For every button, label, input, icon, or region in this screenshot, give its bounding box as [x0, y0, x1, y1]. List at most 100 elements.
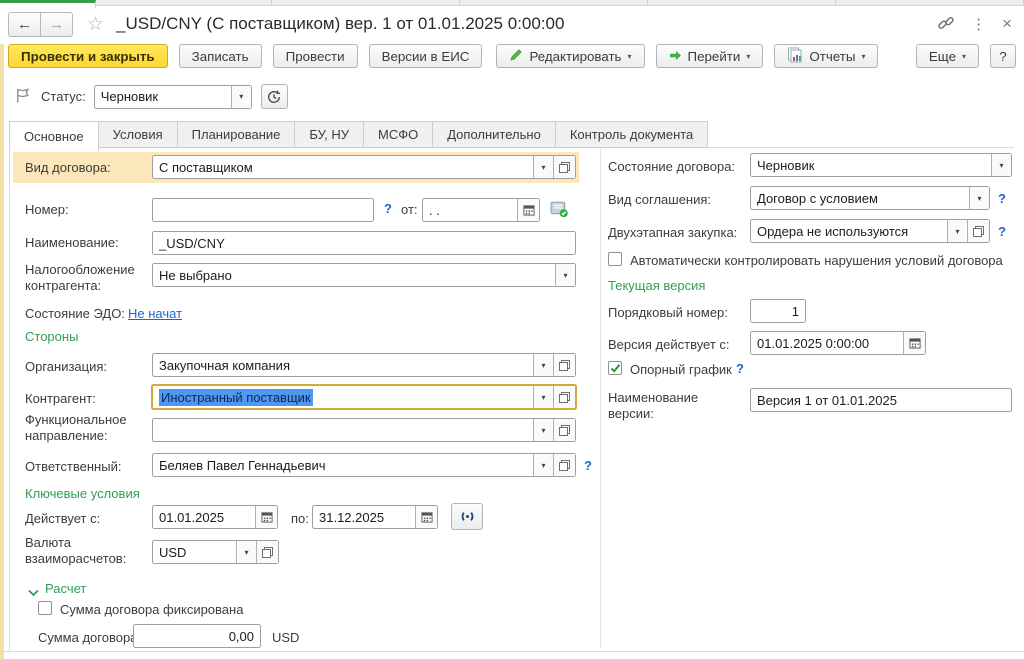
- fixed-sum-checkbox[interactable]: [38, 601, 52, 615]
- tab-usloviya[interactable]: Условия: [99, 121, 178, 148]
- tab-planirovanie[interactable]: Планирование: [178, 121, 296, 148]
- dropdown-icon[interactable]: ▾: [991, 154, 1011, 176]
- parties-section-header: Стороны: [25, 329, 78, 344]
- window-tab[interactable]: [96, 0, 272, 5]
- calendar-icon[interactable]: [903, 332, 925, 354]
- calc-section-header[interactable]: Расчет: [45, 581, 86, 596]
- dropdown-icon[interactable]: ▾: [947, 220, 967, 242]
- currency-combo[interactable]: USD ▾: [152, 540, 279, 564]
- more-menu-icon[interactable]: ⋮: [971, 15, 986, 33]
- close-icon[interactable]: ×: [1002, 14, 1012, 34]
- chevron-down-icon: ▾: [746, 52, 750, 61]
- tab-msfo[interactable]: МСФО: [364, 121, 433, 148]
- valid-from-label: Действует с:: [25, 511, 100, 527]
- contract-kind-label: Вид договора:: [25, 160, 111, 176]
- contract-state-combo[interactable]: Черновик ▾: [750, 153, 1012, 177]
- dropdown-icon[interactable]: ▾: [533, 454, 553, 476]
- agreement-kind-value: Договор с условием: [751, 187, 969, 209]
- open-icon[interactable]: [553, 354, 575, 376]
- status-value: Черновик: [95, 86, 231, 108]
- auto-control-checkbox[interactable]: [608, 252, 622, 266]
- calendar-icon[interactable]: [415, 506, 437, 528]
- open-icon[interactable]: [967, 220, 989, 242]
- tab-osnovnoe[interactable]: Основное: [9, 121, 99, 151]
- responsible-help[interactable]: ?: [584, 458, 592, 474]
- open-icon[interactable]: [553, 156, 575, 178]
- open-icon[interactable]: [256, 541, 278, 563]
- tab-dopolnitelno[interactable]: Дополнительно: [433, 121, 556, 148]
- calendar-icon[interactable]: [255, 506, 277, 528]
- number-help[interactable]: ?: [384, 201, 392, 217]
- dropdown-icon[interactable]: ▾: [969, 187, 989, 209]
- reports-menu-label: Отчеты: [809, 49, 855, 64]
- name-input[interactable]: _USD/CNY: [152, 231, 576, 255]
- tab-bu-nu[interactable]: БУ, НУ: [295, 121, 364, 148]
- dropdown-icon[interactable]: ▾: [533, 419, 553, 441]
- goto-menu-button[interactable]: Перейти ▾: [656, 44, 764, 68]
- chevron-down-icon: ▾: [962, 52, 966, 61]
- base-schedule-checkbox[interactable]: [608, 361, 622, 375]
- document-check-icon[interactable]: [550, 200, 569, 221]
- forward-button[interactable]: →: [41, 12, 73, 37]
- dropdown-icon[interactable]: ▾: [533, 156, 553, 178]
- dropdown-icon[interactable]: ▾: [533, 354, 553, 376]
- two-stage-help[interactable]: ?: [998, 224, 1006, 240]
- base-schedule-help[interactable]: ?: [736, 361, 744, 377]
- dropdown-icon[interactable]: ▾: [231, 86, 251, 108]
- number-input[interactable]: [152, 198, 374, 222]
- status-combo[interactable]: Черновик ▾: [94, 85, 252, 109]
- window-tab[interactable]: [460, 0, 648, 5]
- organization-value: Закупочная компания: [153, 354, 533, 376]
- help-button[interactable]: ?: [990, 44, 1016, 68]
- organization-combo[interactable]: Закупочная компания ▾: [152, 353, 576, 377]
- version-name-input[interactable]: Версия 1 от 01.01.2025: [750, 388, 1012, 412]
- responsible-value: Беляев Павел Геннадьевич: [153, 454, 533, 476]
- name-value: _USD/CNY: [159, 236, 225, 251]
- dropdown-icon[interactable]: ▾: [236, 541, 256, 563]
- window-tab[interactable]: [272, 0, 460, 5]
- reports-menu-button[interactable]: Отчеты ▾: [774, 44, 878, 68]
- taxation-combo[interactable]: Не выбрано ▾: [152, 263, 576, 287]
- window-tab[interactable]: [836, 0, 1024, 5]
- window-tab[interactable]: [648, 0, 836, 5]
- func-direction-label: Функциональное направление:: [25, 412, 155, 443]
- ordinal-input[interactable]: 1: [750, 299, 806, 323]
- open-icon[interactable]: [553, 386, 575, 408]
- contract-state-label: Состояние договора:: [608, 159, 735, 175]
- calendar-icon[interactable]: [517, 199, 539, 221]
- save-button[interactable]: Записать: [179, 44, 262, 68]
- open-icon[interactable]: [553, 419, 575, 441]
- valid-from-input[interactable]: 01.01.2025: [152, 505, 278, 529]
- edo-state-link[interactable]: Не начат: [128, 306, 182, 322]
- two-stage-combo[interactable]: Ордера не используются ▾: [750, 219, 990, 243]
- collapse-chevron-icon[interactable]: [28, 585, 39, 600]
- post-button[interactable]: Провести: [273, 44, 358, 68]
- more-button[interactable]: Еще ▾: [916, 44, 979, 68]
- version-from-input[interactable]: 01.01.2025 0:00:00: [750, 331, 926, 355]
- tab-kontrol-dokumenta[interactable]: Контроль документа: [556, 121, 708, 148]
- taxation-value: Не выбрано: [153, 264, 555, 286]
- back-button[interactable]: ←: [8, 12, 41, 37]
- post-and-close-button[interactable]: Провести и закрыть: [8, 44, 168, 68]
- edit-menu-button[interactable]: Редактировать ▾: [496, 44, 644, 68]
- agreement-kind-help[interactable]: ?: [998, 191, 1006, 207]
- status-history-button[interactable]: [261, 84, 288, 109]
- eis-versions-button[interactable]: Версии в ЕИС: [369, 44, 483, 68]
- number-date-label: от:: [401, 202, 418, 218]
- copy-link-icon[interactable]: [937, 14, 955, 35]
- status-row: Статус: Черновик ▾: [14, 84, 288, 109]
- responsible-combo[interactable]: Беляев Павел Геннадьевич ▾: [152, 453, 576, 477]
- func-direction-combo[interactable]: ▾: [152, 418, 576, 442]
- counterparty-combo[interactable]: Иностранный поставщик ▾: [151, 384, 577, 410]
- period-signal-button[interactable]: [451, 503, 483, 530]
- dropdown-icon[interactable]: ▾: [555, 264, 575, 286]
- dropdown-icon[interactable]: ▾: [533, 386, 553, 408]
- agreement-kind-combo[interactable]: Договор с условием ▾: [750, 186, 990, 210]
- valid-to-input[interactable]: 31.12.2025: [312, 505, 438, 529]
- sum-input[interactable]: 0,00: [133, 624, 261, 648]
- favorite-star-icon[interactable]: ☆: [87, 13, 104, 36]
- open-icon[interactable]: [553, 454, 575, 476]
- number-date-input[interactable]: . .: [422, 198, 540, 222]
- contract-kind-combo[interactable]: С поставщиком ▾: [152, 155, 576, 179]
- counterparty-value: Иностранный поставщик: [159, 389, 313, 406]
